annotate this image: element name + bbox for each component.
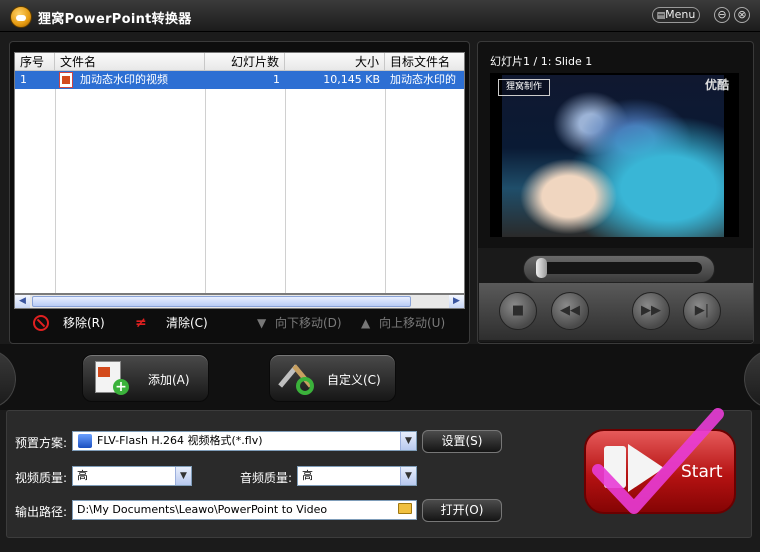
column-header-size[interactable]: 大小 (285, 53, 385, 71)
column-divider (55, 89, 56, 293)
column-header-target[interactable]: 目标文件名 (385, 53, 464, 71)
video-quality-label: 视频质量: (15, 471, 68, 485)
add-button-label: 添加(A) (148, 373, 190, 387)
scroll-right-icon[interactable]: ▶ (449, 295, 464, 308)
window-title: 狸窝PowerPoint转换器 (38, 12, 192, 27)
minimize-button[interactable]: ⊖ (714, 7, 730, 23)
scroll-left-icon[interactable]: ◀ (15, 295, 30, 308)
move-down-button[interactable]: 向下移动(D) (275, 314, 342, 332)
output-path-value: D:\My Documents\Leawo\PowerPoint to Vide… (77, 503, 328, 516)
column-header-filename[interactable]: 文件名 (55, 53, 205, 71)
video-quality-select[interactable]: 高 (72, 466, 192, 486)
column-divider (205, 89, 206, 293)
watermark-logo: 狸窝制作 (498, 79, 550, 96)
clear-icon: ≠ (135, 315, 147, 331)
stop-icon[interactable]: ■ (499, 292, 537, 330)
open-button[interactable]: 打开(O) (422, 499, 502, 522)
column-divider (385, 89, 386, 293)
folder-icon[interactable] (398, 503, 412, 514)
remove-icon (33, 315, 49, 331)
flv-format-icon (78, 434, 92, 448)
seek-slider-handle[interactable] (536, 258, 547, 278)
output-path-input[interactable]: D:\My Documents\Leawo\PowerPoint to Vide… (72, 500, 417, 520)
move-up-button[interactable]: 向上移动(U) (379, 314, 445, 332)
video-quality-value: 高 (77, 469, 88, 482)
horizontal-scrollbar[interactable]: ◀ ▶ (14, 294, 465, 309)
audio-quality-label: 音频质量: (240, 471, 293, 485)
file-table[interactable]: 序号 文件名 幻灯片数 大小 目标文件名 1 加动态水印的视频 1 10,145… (14, 52, 465, 294)
video-frame (502, 75, 724, 237)
row-index: 1 (20, 73, 27, 86)
scrollbar-thumb[interactable] (32, 296, 411, 307)
column-header-slides[interactable]: 幻灯片数 (205, 53, 285, 71)
watermark-youku: 优酷 (705, 78, 730, 92)
row-filename: 加动态水印的视频 (80, 73, 168, 86)
video-preview (490, 73, 739, 237)
row-size: 10,145 KB (323, 73, 380, 86)
column-header-index[interactable]: 序号 (15, 53, 55, 71)
app-logo-icon (10, 6, 32, 28)
audio-quality-value: 高 (302, 469, 313, 482)
rewind-icon[interactable]: ◀◀ (551, 292, 589, 330)
customize-button-label: 自定义(C) (327, 373, 381, 387)
add-file-icon: + (93, 359, 131, 397)
preset-select[interactable]: FLV-Flash H.264 视频格式(*.flv) (72, 431, 417, 451)
settings-button[interactable]: 设置(S) (422, 430, 502, 453)
checkmark-icon (592, 408, 724, 514)
fast-forward-icon[interactable]: ▶▶ (632, 292, 670, 330)
menu-icon: ▤ (656, 11, 666, 21)
menu-button[interactable]: ▤Menu (652, 7, 700, 23)
seek-groove[interactable] (536, 262, 702, 274)
move-up-icon: ▲ (361, 316, 371, 330)
next-icon[interactable]: ▶| (683, 292, 721, 330)
output-path-label: 输出路径: (15, 505, 68, 519)
preset-value: FLV-Flash H.264 视频格式(*.flv) (97, 434, 263, 447)
chevron-down-icon[interactable]: ▼ (400, 467, 416, 485)
row-target: 加动态水印的 (390, 73, 456, 86)
audio-quality-select[interactable]: 高 (297, 466, 417, 486)
menu-label: Menu (665, 8, 696, 21)
preset-label: 预置方案: (15, 436, 68, 450)
slide-label: 幻灯片1 / 1: Slide 1 (490, 55, 593, 68)
tools-gear-icon (278, 359, 318, 397)
chevron-down-icon[interactable]: ▼ (400, 432, 416, 450)
remove-button[interactable]: 移除(R) (63, 314, 105, 332)
row-slides: 1 (273, 73, 280, 86)
column-divider (285, 89, 286, 293)
clear-button[interactable]: 清除(C) (166, 314, 208, 332)
chevron-down-icon[interactable]: ▼ (175, 467, 191, 485)
move-down-icon: ▼ (257, 316, 267, 330)
ppt-file-icon (59, 72, 73, 88)
close-button[interactable]: ⊗ (734, 7, 750, 23)
